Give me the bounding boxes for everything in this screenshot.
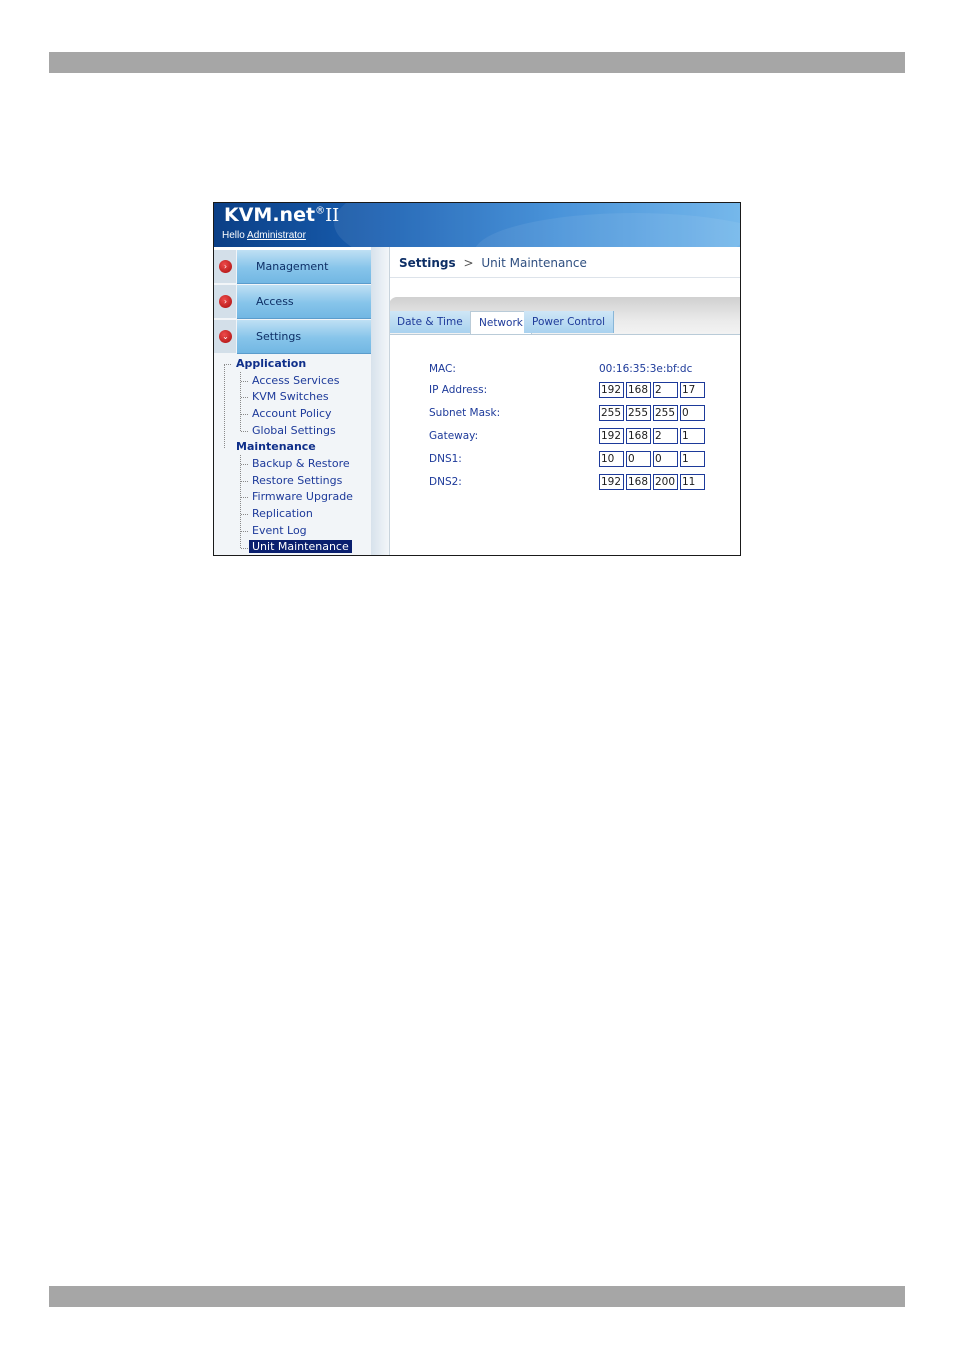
tree-connector bbox=[241, 431, 248, 432]
dns2-octet-4[interactable] bbox=[680, 474, 705, 490]
nav-button-body: Management bbox=[237, 250, 371, 284]
page-footer-bar bbox=[49, 1286, 905, 1307]
page-header-bar bbox=[49, 52, 905, 73]
ip-octet-3[interactable] bbox=[653, 382, 678, 398]
mac-label: MAC: bbox=[429, 363, 456, 375]
greeting: Hello Administrator bbox=[222, 230, 306, 241]
dns2-octet-3[interactable] bbox=[653, 474, 678, 490]
nav-settings-button[interactable]: ⌄ Settings bbox=[214, 320, 371, 354]
tab-date-time[interactable]: Date & Time bbox=[389, 311, 472, 333]
tree-connector bbox=[241, 514, 248, 515]
nav-bullet-cell: › bbox=[214, 250, 236, 283]
tree-item-global-settings[interactable]: Global Settings bbox=[252, 424, 336, 437]
gateway-octet-1[interactable] bbox=[599, 428, 624, 444]
breadcrumb: Settings > Unit Maintenance bbox=[399, 256, 587, 270]
dns1-label: DNS1: bbox=[429, 453, 462, 465]
app-logo: KVM.net®II bbox=[224, 204, 340, 226]
tree-connector bbox=[241, 381, 248, 382]
tree-connector bbox=[241, 548, 248, 549]
nav-button-body: Settings bbox=[237, 320, 371, 354]
dns1-octet-3[interactable] bbox=[653, 451, 678, 467]
tree-connector bbox=[240, 455, 241, 548]
network-form: MAC: 00:16:35:3e:bf:dc IP Address: Subne… bbox=[389, 334, 740, 555]
dns1-octet-2[interactable] bbox=[626, 451, 651, 467]
dns1-octet-4[interactable] bbox=[680, 451, 705, 467]
tab-panel: Date & Time Network Power Control MAC: 0… bbox=[389, 297, 740, 555]
nav-management-label: Management bbox=[256, 260, 329, 273]
arrow-down-icon: ⌄ bbox=[219, 330, 232, 343]
nav-management-button[interactable]: › Management bbox=[214, 250, 371, 284]
nav-button-body: Access bbox=[237, 285, 371, 319]
tree-connector bbox=[241, 497, 248, 498]
tab-power-control[interactable]: Power Control bbox=[524, 311, 615, 333]
tree-item-firmware-upgrade[interactable]: Firmware Upgrade bbox=[252, 490, 353, 503]
tree-item-account-policy[interactable]: Account Policy bbox=[252, 407, 332, 420]
arrow-right-icon: › bbox=[219, 295, 232, 308]
kvm-screenshot: KVM.net®II Hello Administrator › Managem… bbox=[213, 202, 741, 556]
tree-item-backup-restore[interactable]: Backup & Restore bbox=[252, 457, 350, 470]
tree-item-event-log[interactable]: Event Log bbox=[252, 524, 307, 537]
app-header: KVM.net®II Hello Administrator bbox=[214, 203, 740, 247]
arrow-right-icon: › bbox=[219, 260, 232, 273]
subnet-octet-1[interactable] bbox=[599, 405, 624, 421]
tree-connector bbox=[241, 414, 248, 415]
mac-value: 00:16:35:3e:bf:dc bbox=[599, 363, 693, 375]
gateway-label: Gateway: bbox=[429, 430, 479, 442]
nav-access-label: Access bbox=[256, 295, 294, 308]
tree-group-maintenance[interactable]: Maintenance bbox=[236, 440, 316, 453]
tree-item-replication[interactable]: Replication bbox=[252, 507, 313, 520]
user-link[interactable]: Administrator bbox=[247, 230, 306, 241]
sidebar-edge bbox=[371, 247, 389, 555]
subnet-mask-label: Subnet Mask: bbox=[429, 407, 501, 419]
nav-access-button[interactable]: › Access bbox=[214, 285, 371, 319]
subnet-octet-4[interactable] bbox=[680, 405, 705, 421]
greeting-text: Hello bbox=[222, 230, 245, 241]
tree-connector bbox=[241, 481, 248, 482]
tree-connector bbox=[241, 397, 248, 398]
ip-octet-2[interactable] bbox=[626, 382, 651, 398]
tree-connector bbox=[241, 531, 248, 532]
breadcrumb-separator: > bbox=[463, 256, 474, 270]
nav-bullet-cell: ⌄ bbox=[214, 320, 236, 353]
tree-item-kvm-switches[interactable]: KVM Switches bbox=[252, 390, 329, 403]
main-content: Settings > Unit Maintenance Date & Time … bbox=[389, 247, 740, 555]
tree-item-unit-maintenance[interactable]: Unit Maintenance bbox=[249, 540, 352, 553]
subnet-octet-3[interactable] bbox=[653, 405, 678, 421]
nav-bullet-cell: › bbox=[214, 285, 236, 318]
dns1-octet-1[interactable] bbox=[599, 451, 624, 467]
gateway-octet-2[interactable] bbox=[626, 428, 651, 444]
tree-item-restore-settings[interactable]: Restore Settings bbox=[252, 474, 342, 487]
content-divider bbox=[389, 247, 390, 555]
dns2-octet-1[interactable] bbox=[599, 474, 624, 490]
tree-connector bbox=[224, 364, 225, 448]
tab-network[interactable]: Network bbox=[470, 311, 532, 336]
dns2-octet-2[interactable] bbox=[626, 474, 651, 490]
tree-item-access-services[interactable]: Access Services bbox=[252, 374, 340, 387]
nav-settings-label: Settings bbox=[256, 330, 302, 343]
gateway-octet-3[interactable] bbox=[653, 428, 678, 444]
ip-octet-4[interactable] bbox=[680, 382, 705, 398]
dns2-label: DNS2: bbox=[429, 476, 462, 488]
tree-group-application[interactable]: Application bbox=[236, 357, 306, 370]
divider bbox=[389, 277, 740, 278]
tree-connector bbox=[241, 464, 248, 465]
gateway-octet-4[interactable] bbox=[680, 428, 705, 444]
breadcrumb-root[interactable]: Settings bbox=[399, 256, 456, 270]
tree-connector bbox=[224, 364, 231, 365]
breadcrumb-current: Unit Maintenance bbox=[481, 256, 587, 270]
ip-address-label: IP Address: bbox=[429, 384, 488, 396]
ip-octet-1[interactable] bbox=[599, 382, 624, 398]
subnet-octet-2[interactable] bbox=[626, 405, 651, 421]
